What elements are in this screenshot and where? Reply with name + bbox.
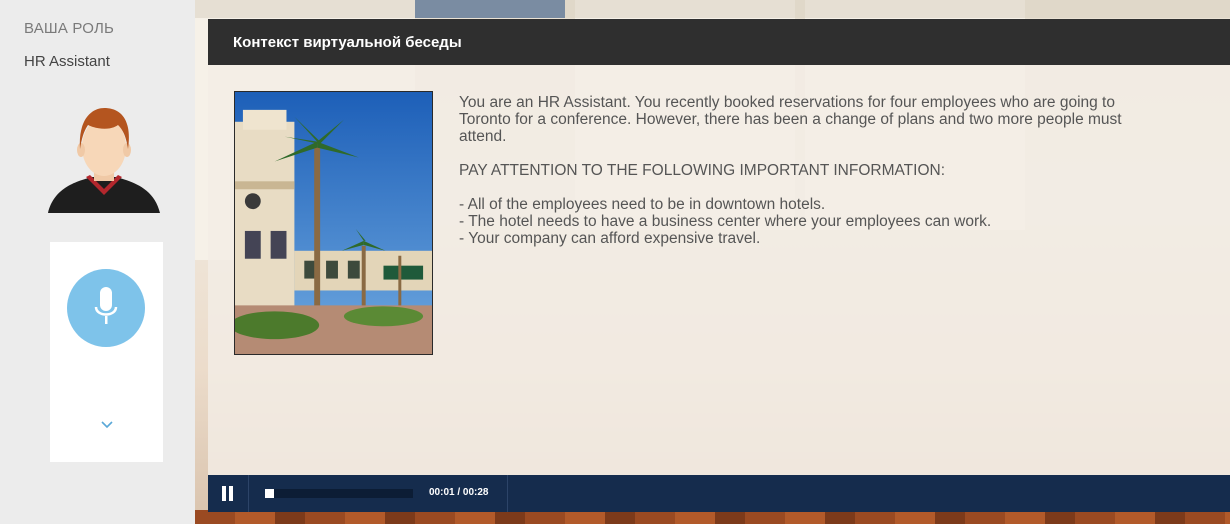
dialog-body: You are an HR Assistant. You recently bo…: [208, 65, 1230, 475]
background-floor: [195, 510, 1230, 524]
progress-fill: [265, 489, 274, 498]
list-item: - The hotel needs to have a business cen…: [459, 213, 992, 230]
context-text: You are an HR Assistant. You recently bo…: [459, 94, 1159, 247]
microphone-icon: [94, 287, 118, 324]
role-name: HR Assistant: [24, 53, 110, 70]
player-divider: [248, 475, 249, 512]
chevron-down-icon[interactable]: [98, 418, 116, 432]
mic-panel: [50, 242, 163, 462]
intro-paragraph: You are an HR Assistant. You recently bo…: [459, 94, 1122, 145]
context-dialog: Контекст виртуальной беседы You are an H…: [208, 19, 1230, 512]
microphone-button[interactable]: [67, 269, 145, 347]
progress-bar[interactable]: [265, 489, 413, 498]
pause-icon: [222, 486, 226, 501]
user-avatar-icon: [48, 107, 160, 213]
dialog-title: Контекст виртуальной беседы: [233, 34, 462, 51]
role-sidebar: ВАША РОЛЬ HR Assistant: [0, 0, 195, 524]
dialog-header: Контекст виртуальной беседы: [208, 19, 1230, 65]
role-title: ВАША РОЛЬ: [24, 20, 115, 37]
list-item: - All of the employees need to be in dow…: [459, 196, 826, 213]
player-divider: [507, 475, 508, 512]
hotel-photo: [234, 91, 433, 355]
background-blinds: [195, 0, 1230, 18]
pause-icon: [229, 486, 233, 501]
media-player-bar: 00:01 / 00:28: [208, 475, 1230, 512]
list-item: - Your company can afford expensive trav…: [459, 230, 761, 247]
info-list: - All of the employees need to be in dow…: [459, 196, 1159, 247]
pause-button[interactable]: [222, 486, 234, 501]
attention-heading: PAY ATTENTION TO THE FOLLOWING IMPORTANT…: [459, 162, 946, 179]
time-display: 00:01 / 00:28: [429, 487, 489, 498]
